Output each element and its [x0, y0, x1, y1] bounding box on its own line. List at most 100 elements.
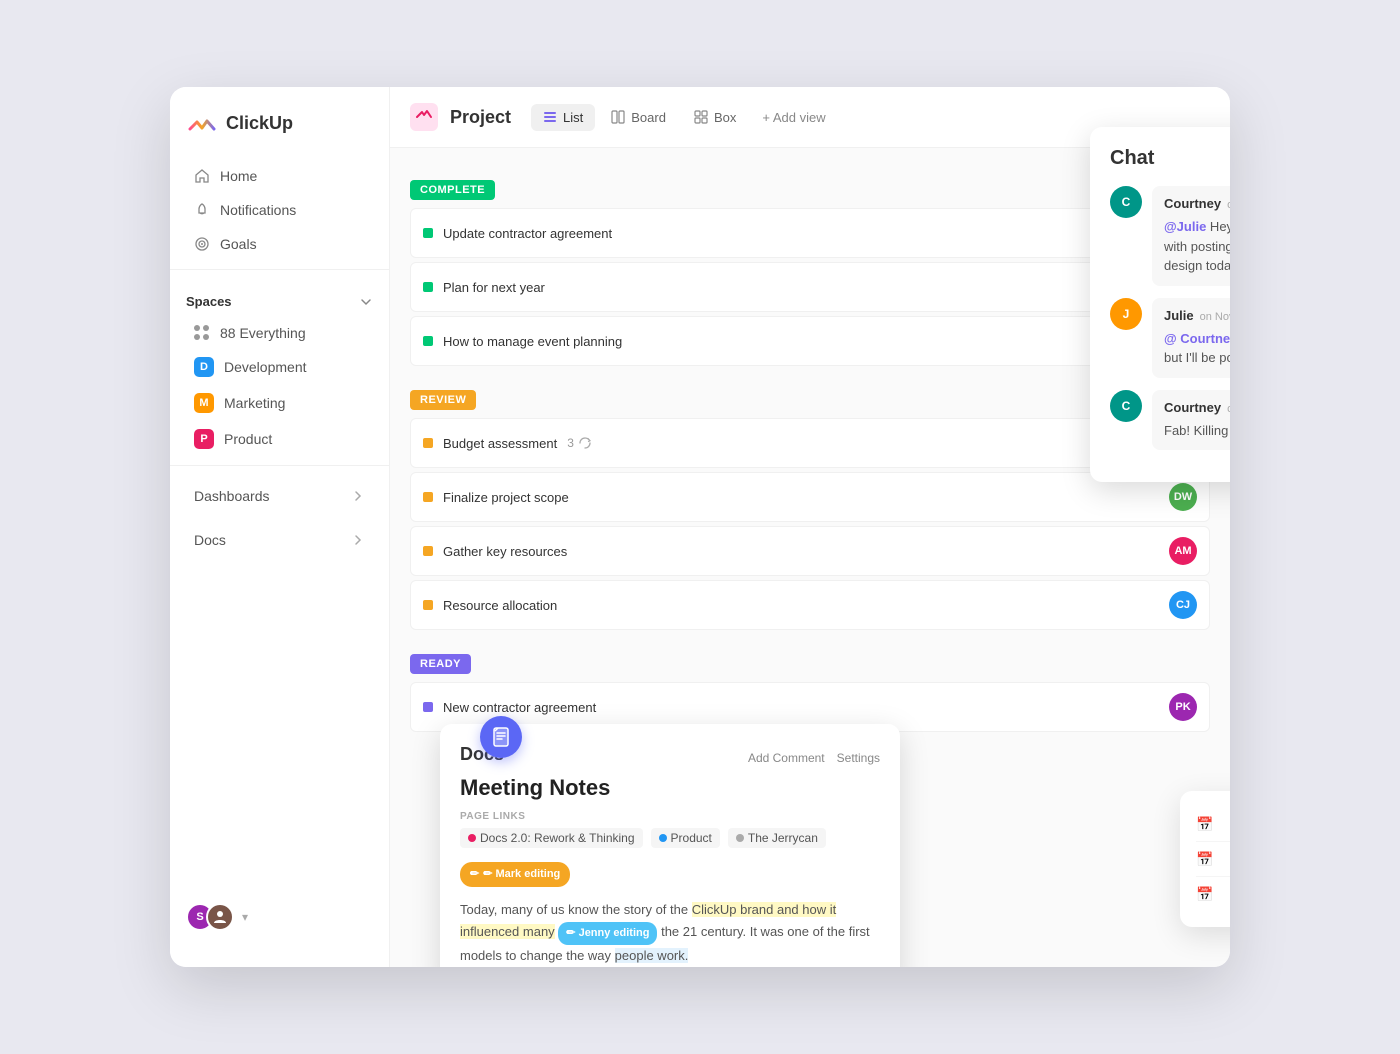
task-row[interactable]: Finalize project scope DW — [410, 472, 1210, 522]
page-link-dot-3 — [736, 834, 744, 842]
chat-username-3: Courtney — [1164, 400, 1221, 415]
docs-panel: Docs Add Comment Settings Meeting Notes … — [440, 724, 900, 967]
task-row[interactable]: Gather key resources AM — [410, 526, 1210, 576]
task-avatar: AM — [1169, 537, 1197, 565]
task-name: New contractor agreement — [443, 700, 596, 715]
sidebar-item-everything[interactable]: 88 Everything — [178, 317, 381, 349]
page-link-3[interactable]: The Jerrycan — [728, 828, 826, 848]
task-dot — [423, 546, 433, 556]
tab-board[interactable]: Board — [599, 104, 678, 131]
user-avatars: S — [186, 903, 234, 931]
calendar-icon-1: 📅 — [1196, 816, 1213, 833]
page-links: Docs 2.0: Rework & Thinking Product The … — [460, 828, 880, 848]
task-name: How to manage event planning — [443, 334, 622, 349]
add-view-button[interactable]: + Add view — [752, 104, 835, 131]
sidebar-item-goals[interactable]: Goals — [178, 227, 381, 261]
sidebar-item-development[interactable]: D Development — [178, 349, 381, 385]
task-dot — [423, 336, 433, 346]
task-dot — [423, 282, 433, 292]
section-label-review: REVIEW — [410, 390, 476, 410]
target-icon — [194, 236, 210, 252]
sidebar-item-dashboards[interactable]: Dashboards — [178, 478, 381, 514]
page-links-label: PAGE LINKS — [460, 811, 880, 822]
chat-time-2: on Nov 5 2020 at 2:50 pm — [1200, 311, 1230, 323]
bell-icon — [194, 202, 210, 218]
sidebar-item-docs[interactable]: Docs — [178, 522, 381, 558]
task-name: Gather key resources — [443, 544, 567, 559]
chat-avatar-courtney2: C — [1110, 390, 1142, 422]
task-name: Plan for next year — [443, 280, 545, 295]
mark-editing-button[interactable]: ✏ ✏ Mark editing — [460, 862, 570, 887]
page-link-label-3: The Jerrycan — [748, 831, 818, 845]
docs-body-text: Today, many of us know the story of the … — [460, 899, 880, 967]
tab-list[interactable]: List — [531, 104, 595, 131]
section-ready: READY New contractor agreement PK — [410, 654, 1210, 732]
home-icon — [194, 168, 210, 184]
settings-link[interactable]: Settings — [837, 751, 880, 765]
task-left: Gather key resources — [423, 544, 567, 559]
task-dot — [423, 228, 433, 238]
task-avatar: DW — [1169, 483, 1197, 511]
refresh-icon — [578, 436, 592, 450]
add-view-label: + Add view — [762, 110, 825, 125]
everything-label: 88 Everything — [220, 325, 306, 341]
marketing-icon: M — [194, 393, 214, 413]
user-avatar-2 — [206, 903, 234, 931]
development-icon: D — [194, 357, 214, 377]
task-left: Resource allocation — [423, 598, 557, 613]
spaces-header: Spaces — [170, 278, 389, 317]
sidebar-item-home[interactable]: Home — [178, 159, 381, 193]
box-icon — [694, 110, 708, 124]
tab-box[interactable]: Box — [682, 104, 748, 131]
section-label-complete: COMPLETE — [410, 180, 495, 200]
spaces-label: Spaces — [186, 294, 232, 309]
sidebar-item-marketing[interactable]: M Marketing — [178, 385, 381, 421]
chat-bubble-3: Courtney on Nov 5 2020 at 3:15 pm Fab! K… — [1152, 390, 1230, 451]
planning-row-3: 📅 EXECUTION 💬 — [1196, 877, 1230, 911]
page-link-dot-2 — [659, 834, 667, 842]
task-left: How to manage event planning — [423, 334, 622, 349]
chat-message-3: C Courtney on Nov 5 2020 at 3:15 pm Fab!… — [1110, 390, 1230, 451]
clickup-logo-icon — [186, 107, 218, 139]
task-left: Plan for next year — [423, 280, 545, 295]
mark-editing-label: ✏ Mark editing — [483, 865, 560, 884]
chat-time-3: on Nov 5 2020 at 3:15 pm — [1227, 403, 1230, 415]
planning-row-2: 📅 EXECUTION 💬 — [1196, 842, 1230, 877]
tab-board-label: Board — [631, 110, 666, 125]
chat-avatar-courtney: C — [1110, 186, 1142, 218]
page-link-dot-1 — [468, 834, 476, 842]
add-comment-link[interactable]: Add Comment — [748, 751, 825, 765]
sidebar-item-home-label: Home — [220, 168, 257, 184]
chat-message-2: J Julie on Nov 5 2020 at 2:50 pm @ Court… — [1110, 298, 1230, 378]
logo-text: ClickUp — [226, 113, 293, 134]
sidebar-bottom: S ▾ — [170, 887, 389, 947]
development-label: Development — [224, 359, 307, 375]
user-dropdown-arrow[interactable]: ▾ — [242, 910, 248, 924]
docs-actions: Add Comment Settings — [748, 751, 880, 765]
chevron-down-icon — [359, 295, 373, 309]
planning-panel: 📅 PLANNING 💬 📅 EXECUTION 💬 📅 EXECUTION 💬 — [1180, 791, 1230, 927]
task-name: Update contractor agreement — [443, 226, 612, 241]
chat-title: Chat — [1110, 147, 1230, 170]
product-icon: P — [194, 429, 214, 449]
chat-username-1: Courtney — [1164, 196, 1221, 211]
task-left: Update contractor agreement — [423, 226, 612, 241]
chat-meta-1: Courtney on Nov 5 2020 at 1:50 pm — [1164, 196, 1230, 211]
logo-area[interactable]: ClickUp — [170, 107, 389, 159]
chat-username-2: Julie — [1164, 308, 1194, 323]
chat-text-3: Fab! Killing it @Marci 😊 — [1164, 421, 1230, 441]
chat-bubble-1: Courtney on Nov 5 2020 at 1:50 pm @Julie… — [1152, 186, 1230, 286]
chat-text-1: @Julie Hey! Just checking if you're stil… — [1164, 217, 1230, 276]
task-row[interactable]: Resource allocation CJ — [410, 580, 1210, 630]
page-link-2[interactable]: Product — [651, 828, 720, 848]
task-left: Finalize project scope — [423, 490, 569, 505]
sidebar-item-notifications[interactable]: Notifications — [178, 193, 381, 227]
page-link-label-1: Docs 2.0: Rework & Thinking — [480, 831, 635, 845]
project-title: Project — [450, 107, 511, 128]
chat-text-2: @ Courtney Yep! @Marci jumped in to help… — [1164, 329, 1230, 368]
page-link-1[interactable]: Docs 2.0: Rework & Thinking — [460, 828, 643, 848]
mention-courtney: @ Courtney — [1164, 331, 1230, 346]
sidebar-item-product[interactable]: P Product — [178, 421, 381, 457]
chat-time-1: on Nov 5 2020 at 1:50 pm — [1227, 199, 1230, 211]
chevron-right-icon2 — [351, 533, 365, 547]
